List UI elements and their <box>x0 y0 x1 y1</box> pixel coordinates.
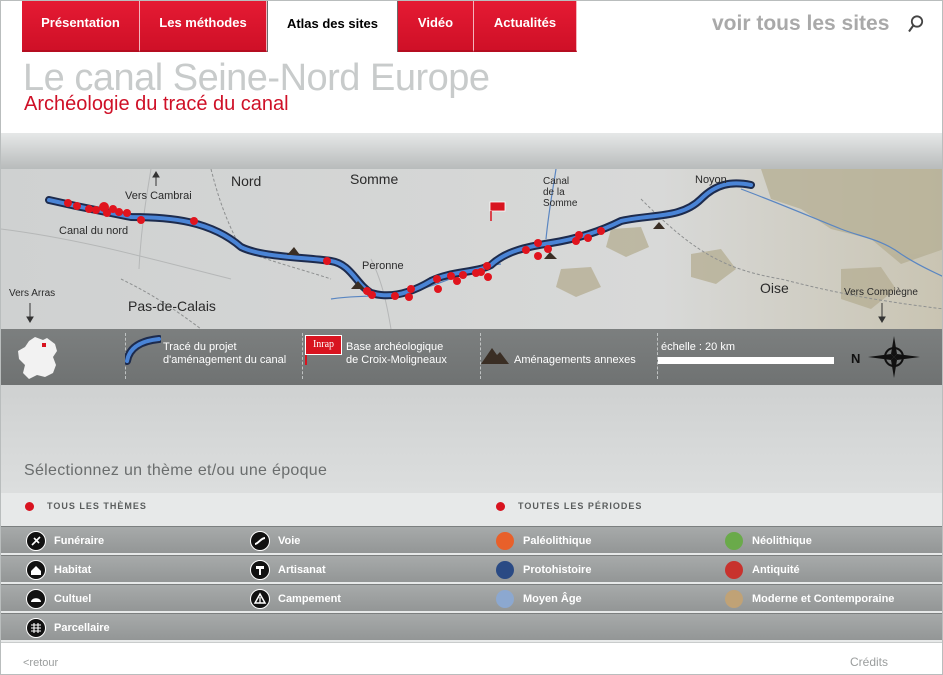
theme-cultuel[interactable]: Cultuel <box>26 585 91 612</box>
legend-base-line2: de Croix-Moligneaux <box>346 354 447 366</box>
period-moyen-age[interactable]: Moyen Âge <box>496 585 582 612</box>
legend-scale-label: échelle : 20 km <box>661 341 735 353</box>
search-icon[interactable] <box>906 14 926 34</box>
theme-label: Habitat <box>54 563 92 576</box>
all-themes-label: TOUS LES THÈMES <box>47 501 147 511</box>
legend-canal-line1: Tracé du projet <box>163 341 237 353</box>
filter-prompt: Sélectionnez un thème et/ou une époque <box>24 462 328 479</box>
legend-annexes: Aménagements annexes <box>514 354 636 366</box>
cultuel-icon <box>26 588 46 609</box>
period-protohistoire[interactable]: Protohistoire <box>496 556 591 583</box>
map-label-nord: Nord <box>231 173 262 189</box>
page-subtitle: Archéologie du tracé du canal <box>24 93 289 115</box>
map-label-peronne: Peronne <box>362 260 404 272</box>
theme-artisanat[interactable]: Artisanat <box>250 556 326 583</box>
tab-presentation[interactable]: Présentation <box>22 1 140 52</box>
voie-icon <box>250 530 270 551</box>
legend-canal-line2: d'aménagement du canal <box>163 354 287 366</box>
filter-row: Funéraire Voie Paléolithique Néolithique <box>1 526 942 554</box>
theme-campement[interactable]: Campement <box>250 585 341 612</box>
period-label: Moderne et Contemporaine <box>752 592 895 605</box>
filter-row: Parcellaire <box>1 613 942 641</box>
north-label: N <box>851 351 861 366</box>
habitat-icon <box>26 559 46 580</box>
legend-separator <box>302 333 303 379</box>
atlas-page: Présentation Les méthodes Atlas des site… <box>0 0 943 675</box>
canal-map[interactable]: Nord Somme Canal de la Somme Noyon Vers … <box>1 169 942 329</box>
canal-route-legend-icon <box>125 335 161 365</box>
main-nav: Présentation Les méthodes Atlas des site… <box>22 1 577 52</box>
theme-label: Cultuel <box>54 592 92 605</box>
footer: <retour Crédits <box>1 642 942 674</box>
period-label: Antiquité <box>752 563 800 576</box>
tab-actualites[interactable]: Actualités <box>474 1 577 52</box>
annex-legend-icon <box>481 348 509 364</box>
tab-atlas-des-sites[interactable]: Atlas des sites <box>267 1 398 52</box>
period-color-dot <box>725 560 743 579</box>
map-label-somme: Somme <box>350 171 399 187</box>
map-label-vers-arras: Vers Arras <box>9 288 56 299</box>
all-periods-dot <box>496 501 505 511</box>
period-moderne-contemporaine[interactable]: Moderne et Contemporaine <box>725 585 894 612</box>
period-color-dot <box>496 589 514 608</box>
map-header-band <box>1 133 942 169</box>
see-all-sites-link[interactable]: voir tous les sites <box>712 12 889 36</box>
all-themes-button[interactable]: TOUS LES THÈMES <box>25 501 147 511</box>
theme-label: Campement <box>278 592 341 605</box>
tab-video[interactable]: Vidéo <box>398 1 474 52</box>
period-color-dot <box>725 531 743 550</box>
map-label-vers-compiegne: Vers Compiègne <box>844 287 918 298</box>
theme-label: Funéraire <box>54 534 105 547</box>
period-antiquite[interactable]: Antiquité <box>725 556 800 583</box>
back-link[interactable]: <retour <box>23 657 58 669</box>
theme-habitat[interactable]: Habitat <box>26 556 91 583</box>
map-label-canal-somme: Canal de la Somme <box>543 176 578 209</box>
period-color-dot <box>725 589 743 608</box>
map-label-oise: Oise <box>760 280 789 296</box>
legend-separator <box>657 333 658 379</box>
period-color-dot <box>496 560 514 579</box>
theme-funeraire[interactable]: Funéraire <box>26 527 104 554</box>
theme-label: Voie <box>278 534 301 547</box>
period-label: Moyen Âge <box>523 592 582 605</box>
tab-methodes[interactable]: Les méthodes <box>140 1 267 52</box>
map-legend: Tracé du projet d'aménagement du canal I… <box>1 329 942 385</box>
map-label-canal-du-nord: Canal du nord <box>59 225 129 237</box>
all-themes-dot <box>25 501 34 511</box>
theme-label: Parcellaire <box>54 621 110 634</box>
map-label-pas-de-calais: Pas-de-Calais <box>128 298 216 314</box>
theme-parcellaire[interactable]: Parcellaire <box>26 614 110 641</box>
theme-voie[interactable]: Voie <box>250 527 300 554</box>
filter-row: Cultuel Campement Moyen Âge Moderne et C… <box>1 584 942 612</box>
period-neolithique[interactable]: Néolithique <box>725 527 812 554</box>
filters-panel: TOUS LES THÈMES TOUTES LES PÉRIODES Funé… <box>1 493 942 642</box>
parcellaire-icon <box>26 617 46 638</box>
scale-bar <box>658 357 834 364</box>
inrap-logo-pole <box>305 355 307 365</box>
legend-base-line1: Base archéologique <box>346 341 444 353</box>
theme-label: Artisanat <box>278 563 326 576</box>
artisanat-icon <box>250 559 270 580</box>
inrap-logo: Inrap <box>305 335 342 355</box>
map-label-noyon: Noyon <box>695 174 727 186</box>
map-label-vers-cambrai: Vers Cambrai <box>125 190 192 202</box>
france-map-icon <box>18 337 57 379</box>
period-color-dot <box>496 531 514 550</box>
period-label: Protohistoire <box>523 563 592 576</box>
all-periods-button[interactable]: TOUTES LES PÉRIODES <box>496 501 642 511</box>
filter-row: Habitat Artisanat Protohistoire Antiquit… <box>1 555 942 583</box>
campement-icon <box>250 588 270 609</box>
all-periods-label: TOUTES LES PÉRIODES <box>518 501 643 511</box>
funeraire-icon <box>26 530 46 551</box>
period-label: Néolithique <box>752 534 812 547</box>
credits-link[interactable]: Crédits <box>850 655 888 669</box>
compass-icon <box>868 336 920 378</box>
period-label: Paléolithique <box>523 534 592 547</box>
period-paleolithique[interactable]: Paléolithique <box>496 527 591 554</box>
